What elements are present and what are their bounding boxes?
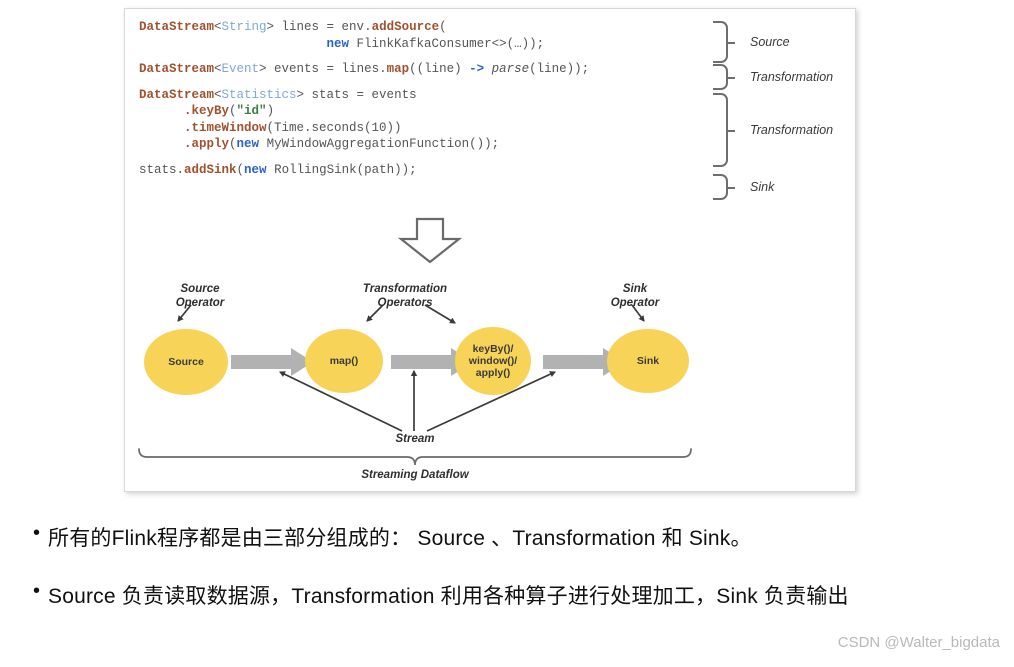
code-token: DataStream [139, 20, 215, 34]
code-token: timeWindow [191, 120, 267, 135]
code-token: String [221, 20, 267, 34]
slide-image-panel: DataStream<String> lines = env.addSource… [124, 8, 856, 492]
brace-icon [713, 174, 735, 200]
code-token: < [214, 62, 222, 76]
code-token: map [386, 62, 410, 76]
bullet-marker-icon: • [33, 580, 41, 602]
node-label: map() [329, 355, 359, 367]
code-token: > events = lines. [259, 62, 387, 76]
streaming-dataflow-label: Streaming Dataflow [361, 469, 469, 481]
code-token: > lines = env. [266, 20, 372, 34]
code-annotation-sink-3: Sink [713, 174, 775, 200]
diagram-node-source: Source [144, 329, 228, 395]
bullet-text: 所有的Flink程序都是由三部分组成的： Source 、Transformat… [48, 527, 752, 550]
bullet-item: • 所有的Flink程序都是由三部分组成的： Source 、Transforma… [24, 516, 999, 562]
annotation-label: Source [750, 35, 790, 49]
annotation-label: Transformation [750, 70, 834, 84]
code-token: MyWindowAggregationFunction()); [259, 137, 500, 151]
code-token: (line)); [529, 62, 590, 76]
code-line: DataStream<Statistics> stats = events [139, 87, 729, 104]
bullet-marker-icon: • [33, 522, 41, 544]
code-token: < [214, 87, 222, 102]
brace-icon [713, 64, 735, 90]
code-token: ) [266, 104, 275, 118]
csdn-watermark: CSDN @Walter_bigdata [837, 634, 1000, 651]
annotation-label: Transformation [750, 123, 834, 137]
code-line: DataStream<Event> events = lines.map((li… [139, 61, 729, 78]
code-token: apply [191, 137, 230, 151]
brace-icon [713, 93, 735, 167]
code-token: FlinkKafkaConsumer<>(…)); [349, 36, 545, 51]
code-token: Statistics [221, 87, 297, 102]
code-token: -> [469, 62, 485, 76]
code-token: new [326, 36, 350, 51]
code-line: DataStream<String> lines = env.addSource… [139, 19, 729, 36]
code-token: "id" [236, 104, 267, 118]
code-annotation-transformation-2: Transformation [713, 93, 834, 167]
brace-icon [713, 21, 735, 63]
code-annotation-transformation-1: Transformation [713, 64, 834, 90]
node-label: keyBy()/ window()/ apply() [468, 343, 518, 379]
code-line: .keyBy("id") [139, 103, 729, 120]
code-token: ( [439, 20, 447, 34]
code-token: < [214, 20, 222, 34]
bullet-text: Source 负责读取数据源，Transformation 利用各种算子进行处理… [48, 585, 849, 608]
code-token: ( [229, 137, 237, 151]
operator-label-sink-operator: Sink Operator [610, 283, 660, 309]
code-token: parse [491, 62, 530, 76]
operator-label-transformation-operators: Transformation Operators [362, 283, 448, 309]
code-token: DataStream [139, 87, 215, 102]
code-token: DataStream [139, 62, 215, 76]
code-line: .apply(new MyWindowAggregationFunction()… [139, 136, 729, 153]
down-arrow-icon [397, 217, 463, 265]
code-annotation-source-0: Source [713, 21, 790, 63]
code-line: new FlinkKafkaConsumer<>(…)); [139, 36, 729, 53]
code-token: ((line) [409, 62, 470, 76]
code-line: stats.addSink(new RollingSink(path)); [139, 162, 729, 179]
code-token: RollingSink(path)); [266, 162, 417, 177]
code-token: keyBy [191, 104, 230, 118]
node-label: Source [168, 356, 204, 368]
code-listing: DataStream<String> lines = env.addSource… [139, 19, 729, 178]
code-token: . [139, 137, 192, 151]
code-token: ( [236, 162, 245, 177]
code-token: new [236, 137, 260, 151]
code-token: stats. [139, 162, 185, 177]
bullet-item: • Source 负责读取数据源，Transformation 利用各种算子进行处… [24, 574, 999, 620]
code-token: addSource [371, 20, 440, 34]
diagram-node-map: map() [305, 329, 383, 393]
code-token: . [139, 120, 192, 135]
code-token: addSink [184, 162, 237, 177]
code-token: (Time.seconds(10)) [266, 120, 402, 135]
code-token: > stats = events [296, 87, 417, 102]
code-token: new [244, 162, 267, 177]
bullet-list: • 所有的Flink程序都是由三部分组成的： Source 、Transforma… [24, 516, 999, 632]
diagram-node-keyby: keyBy()/ window()/ apply() [455, 327, 531, 395]
code-token: . [139, 104, 192, 118]
code-token: Event [221, 62, 260, 76]
diagram-node-sink: Sink [607, 329, 689, 393]
node-label: Sink [636, 355, 660, 367]
streaming-dataflow-diagram: Source map() keyBy()/ window()/ apply() Sin… [125, 271, 855, 491]
stream-label: Stream [395, 433, 435, 445]
annotation-label: Sink [750, 180, 775, 194]
operator-label-source-operator: Source Operator [175, 283, 225, 309]
code-token: ( [229, 104, 237, 118]
code-line: .timeWindow(Time.seconds(10)) [139, 120, 729, 137]
